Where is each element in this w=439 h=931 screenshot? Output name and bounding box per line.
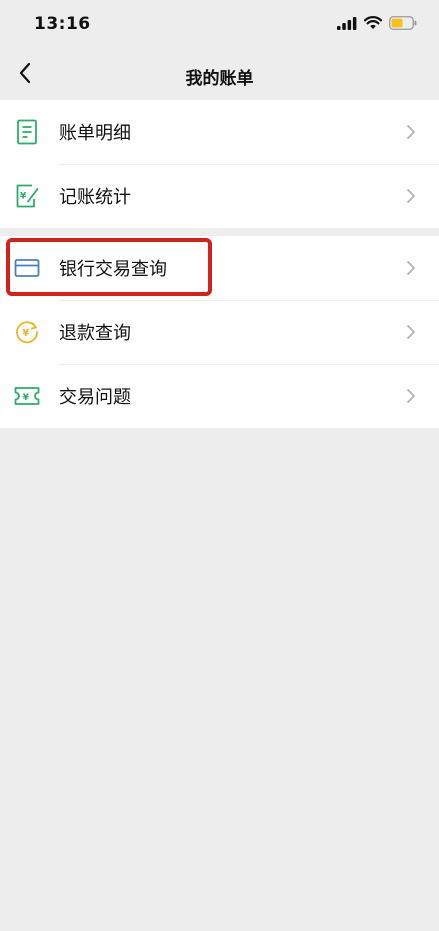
svg-text:¥: ¥ xyxy=(20,192,27,202)
svg-text:¥: ¥ xyxy=(23,393,30,403)
refund-icon: ¥ xyxy=(14,319,40,345)
bank-card-icon xyxy=(14,255,40,281)
status-bar: 13:16 xyxy=(0,0,439,50)
menu-item-label: 退款查询 xyxy=(59,323,131,344)
menu-item-label: 账单明细 xyxy=(59,123,131,144)
chevron-right-icon xyxy=(401,122,421,142)
status-icons xyxy=(337,15,417,34)
menu-item-bank-transactions[interactable]: 银行交易查询 xyxy=(0,236,439,300)
chevron-right-icon xyxy=(401,322,421,342)
nav-bar: 我的账单 xyxy=(0,50,439,100)
chevron-right-icon xyxy=(401,186,421,206)
svg-text:¥: ¥ xyxy=(22,328,29,339)
menu-item-label: 记账统计 xyxy=(59,187,131,208)
menu-group-2: 银行交易查询 ¥ 退款查询 ¥ 交易问题 xyxy=(0,236,439,428)
signal-icon xyxy=(337,15,357,34)
menu-item-label: 交易问题 xyxy=(59,387,131,408)
accounting-stats-icon: ¥ xyxy=(14,183,40,209)
chevron-right-icon xyxy=(401,386,421,406)
menu-item-transaction-issue[interactable]: ¥ 交易问题 xyxy=(0,364,439,428)
chevron-right-icon xyxy=(401,258,421,278)
transaction-issue-icon: ¥ xyxy=(14,383,40,409)
bill-detail-icon xyxy=(14,119,40,145)
wifi-icon xyxy=(363,15,383,34)
page-title: 我的账单 xyxy=(185,69,254,89)
menu-item-refund[interactable]: ¥ 退款查询 xyxy=(0,300,439,364)
menu-item-label: 银行交易查询 xyxy=(59,259,167,280)
status-time: 13:16 xyxy=(34,14,91,34)
menu-group-1: 账单明细 ¥ 记账统计 xyxy=(0,100,439,228)
menu-item-accounting-stats[interactable]: ¥ 记账统计 xyxy=(0,164,439,228)
battery-icon xyxy=(389,15,417,34)
menu-item-bill-detail[interactable]: 账单明细 xyxy=(0,100,439,164)
